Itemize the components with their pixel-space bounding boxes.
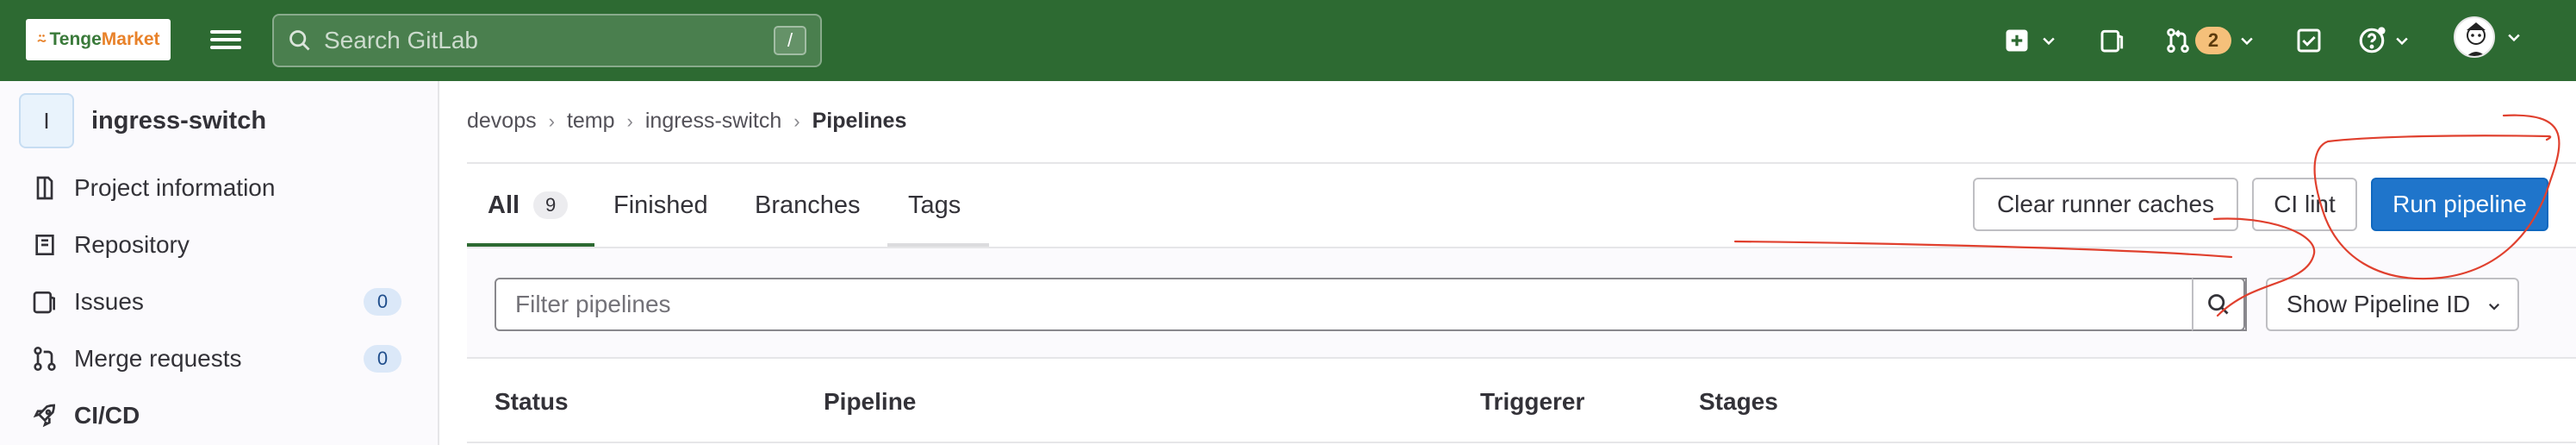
issues-count-badge: 0 [364, 288, 401, 316]
chevron-down-icon [2396, 37, 2408, 46]
sidebar-item-repository[interactable]: Repository [0, 217, 438, 273]
column-header-triggerer: Triggerer [1480, 388, 1585, 415]
logo-text-2: Market [101, 29, 160, 49]
sidebar-item-issues[interactable]: Issues 0 [0, 274, 438, 329]
sidebar-item-label: Project information [74, 174, 276, 201]
clear-runner-caches-button[interactable]: Clear runner caches [1973, 178, 2238, 231]
tab-all-label: All [488, 191, 520, 219]
search-shortcut-badge: / [774, 26, 806, 55]
todo-shortcut[interactable] [2295, 22, 2323, 59]
repository-icon [35, 235, 54, 255]
rocket-icon [33, 404, 56, 428]
table-header-divider [467, 442, 2576, 443]
sidebar-item-label: Merge requests [74, 345, 242, 372]
issues-icon [33, 291, 55, 314]
breadcrumb-pipelines[interactable]: Pipelines [812, 109, 907, 134]
chevron-down-icon [2241, 37, 2253, 46]
sidebar: I ingress-switch Project information Rep… [0, 81, 439, 445]
project-name: ingress-switch [91, 106, 267, 135]
brand-logo[interactable]: ⍨ Tenge Market [26, 19, 171, 60]
ci-lint-button[interactable]: CI lint [2252, 178, 2357, 231]
sidebar-item-label: Issues [74, 288, 144, 315]
column-header-stages: Stages [1699, 388, 1778, 415]
user-menu[interactable] [2454, 16, 2523, 58]
column-header-pipeline: Pipeline [824, 388, 917, 415]
chevron-down-icon [2488, 303, 2500, 310]
tab-tags[interactable]: Tags [908, 164, 961, 247]
merge-request-icon [2167, 28, 2189, 53]
sidebar-item-label: CI/CD [74, 402, 140, 429]
issues-shortcut[interactable] [2099, 22, 2126, 59]
plus-square-icon [2006, 29, 2028, 52]
search-icon [2208, 294, 2229, 315]
todo-icon [2297, 28, 2321, 53]
search-input[interactable]: Search GitLab [324, 27, 774, 54]
logo-mark-icon: ⍨ [36, 29, 47, 49]
project-info-icon [36, 176, 53, 200]
breadcrumb: devops › temp › ingress-switch › Pipelin… [467, 109, 906, 134]
tab-finished[interactable]: Finished [613, 164, 708, 247]
sidebar-item-ci-cd[interactable]: CI/CD [0, 388, 438, 443]
help-icon [2359, 27, 2386, 53]
top-bar: ⍨ Tenge Market Search GitLab / 2 [0, 0, 2576, 81]
breadcrumb-devops[interactable]: devops [467, 109, 537, 134]
user-avatar [2454, 16, 2495, 58]
breadcrumb-temp[interactable]: temp [567, 109, 615, 134]
tab-branches-label: Branches [755, 191, 861, 219]
merge-request-icon [34, 347, 56, 371]
merge-requests-shortcut[interactable]: 2 [2164, 22, 2256, 59]
tab-finished-label: Finished [613, 191, 708, 219]
sidebar-item-merge-requests[interactable]: Merge requests 0 [0, 331, 438, 386]
chevron-down-icon [2043, 37, 2055, 46]
filter-search-button[interactable] [2192, 278, 2245, 331]
chevron-right-icon: › [548, 110, 555, 132]
pipeline-id-dropdown[interactable]: Show Pipeline ID [2266, 278, 2519, 331]
tab-all[interactable]: All 9 [488, 164, 569, 247]
project-header[interactable]: I ingress-switch [19, 93, 266, 148]
menu-icon[interactable] [210, 26, 241, 55]
pipeline-id-dropdown-value: Show Pipeline ID [2287, 291, 2471, 317]
breadcrumb-ingress-switch[interactable]: ingress-switch [645, 109, 781, 134]
merge-requests-count-badge: 2 [2195, 27, 2231, 54]
tab-branches[interactable]: Branches [755, 164, 861, 247]
search-box[interactable]: Search GitLab / [272, 14, 822, 67]
merge-requests-count-badge: 0 [364, 345, 401, 373]
sidebar-item-label: Repository [74, 231, 190, 258]
create-new-button[interactable] [2004, 22, 2057, 59]
logo-text-1: Tenge [49, 29, 102, 49]
chevron-right-icon: › [793, 110, 800, 132]
issues-icon [2100, 29, 2124, 53]
chevron-right-icon: › [626, 110, 633, 132]
sidebar-item-project-information[interactable]: Project information [0, 160, 438, 216]
tab-tags-label: Tags [908, 191, 961, 219]
filter-pipelines-input[interactable]: Filter pipelines [495, 278, 2247, 331]
tab-all-count: 9 [533, 191, 569, 219]
help-menu[interactable] [2357, 22, 2411, 59]
run-pipeline-button[interactable]: Run pipeline [2371, 178, 2548, 231]
column-header-status: Status [495, 388, 569, 415]
search-icon [289, 30, 310, 51]
project-avatar: I [19, 93, 74, 148]
chevron-down-icon [2508, 34, 2520, 42]
